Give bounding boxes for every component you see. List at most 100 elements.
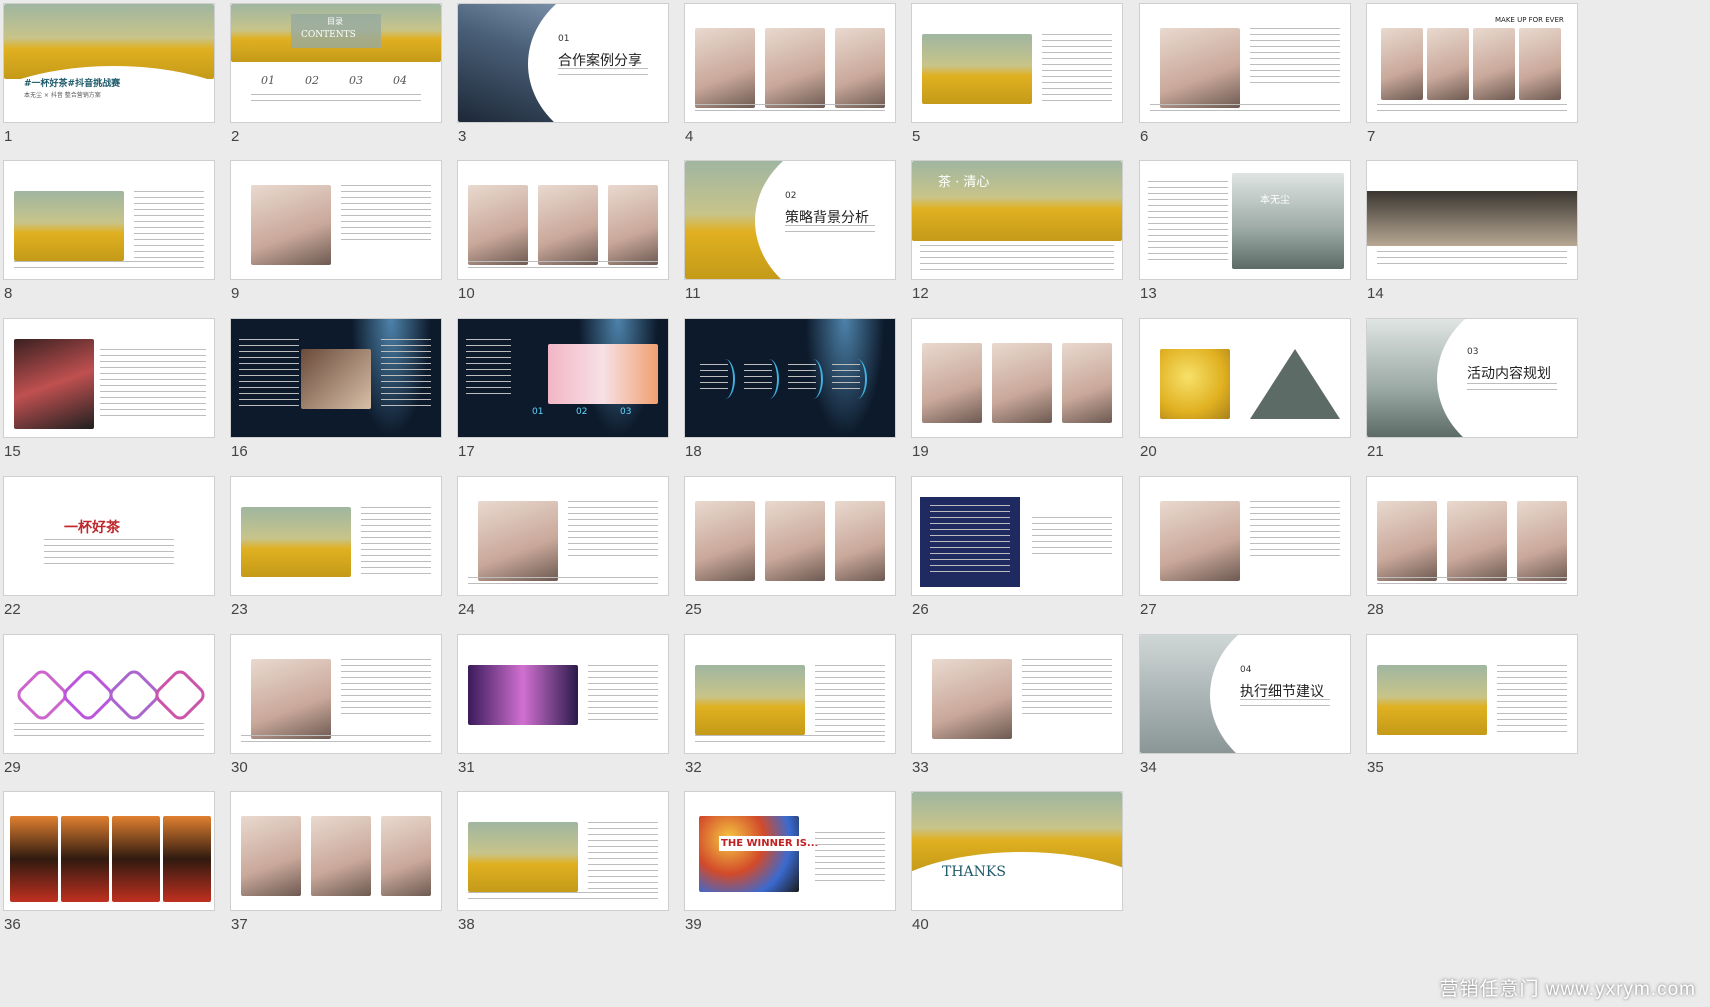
slide-number: 28 [1367,601,1384,618]
slide-text-lines [695,104,885,112]
slide-thumbnail-cell[interactable]: 33 [908,631,1122,787]
slide-thumbnail-cell[interactable]: THANKS 40 [908,788,1122,944]
slide-thumbnail-6[interactable] [1140,4,1350,122]
slide-photo [241,507,351,577]
slide-photo [1377,665,1487,735]
slide-thumbnail-cell[interactable]: 一杯好茶 22 [0,473,214,629]
slide-thumbnail-cell[interactable]: 20 [1136,315,1350,471]
slide-thumbnail-27[interactable] [1140,477,1350,595]
slide-title: #一杯好茶#抖音挑战赛 [24,79,121,89]
slide-thumbnail-cell[interactable]: 19 [908,315,1122,471]
slide-thumbnail-37[interactable] [231,792,441,910]
slide-thumbnail-1[interactable]: #一杯好茶#抖音挑战赛 本无尘 × 抖音 整合营销方案 [4,4,214,122]
slide-thumbnail-20[interactable] [1140,319,1350,437]
slide-thumbnail-15[interactable] [4,319,214,437]
slide-photo [608,185,658,265]
slide-thumbnail-8[interactable] [4,161,214,279]
slide-title: THE WINNER IS... [719,836,821,851]
slide-thumbnail-25[interactable] [685,477,895,595]
slide-thumbnail-21[interactable]: 03 活动内容规划 [1367,319,1577,437]
slide-thumbnail-11[interactable]: 02 策略背景分析 [685,161,895,279]
slide-thumbnail-9[interactable] [231,161,441,279]
slide-thumbnail-2[interactable]: 目录 CONTENTS 01 02 03 04 [231,4,441,122]
slide-thumbnail-36[interactable] [4,792,214,910]
slide-thumbnail-cell[interactable]: 9 [227,157,441,313]
slide-thumbnail-24[interactable] [458,477,668,595]
slide-thumbnail-cell[interactable]: MAKE UP FOR EVER 7 [1363,0,1577,156]
slide-thumbnail-12[interactable]: 茶 · 清心 [912,161,1122,279]
slide-thumbnail-cell[interactable]: 16 [227,315,441,471]
slide-thumbnail-cell[interactable]: 37 [227,788,441,944]
slide-thumbnail-cell[interactable]: 35 [1363,631,1577,787]
slide-thumbnail-cell[interactable]: 26 [908,473,1122,629]
slide-thumbnail-7[interactable]: MAKE UP FOR EVER [1367,4,1577,122]
slide-thumbnail-38[interactable] [458,792,668,910]
slide-thumbnail-cell[interactable]: 01 02 03 17 [454,315,668,471]
slide-thumbnail-5[interactable] [912,4,1122,122]
slide-thumbnail-cell[interactable]: 38 [454,788,668,944]
slide-thumbnail-cell[interactable]: 27 [1136,473,1350,629]
slide-thumbnail-26[interactable] [912,477,1122,595]
slide-thumbnail-cell[interactable]: 32 [681,631,895,787]
slide-thumbnail-cell[interactable]: 15 [0,315,214,471]
slide-thumbnail-19[interactable] [912,319,1122,437]
slide-thumbnail-cell[interactable]: 6 [1136,0,1350,156]
slide-text-lines [588,665,658,725]
slide-thumbnail-28[interactable] [1367,477,1577,595]
slide-thumbnail-23[interactable] [231,477,441,595]
slide-thumbnail-cell[interactable]: 目录 CONTENTS 01 02 03 04 2 [227,0,441,156]
slide-thumbnail-30[interactable] [231,635,441,753]
slide-thumbnail-cell[interactable]: 24 [454,473,668,629]
slide-thumbnail-32[interactable] [685,635,895,753]
slide-thumbnail-cell[interactable]: 25 [681,473,895,629]
slide-thumbnail-cell[interactable]: 03 活动内容规划 21 [1363,315,1577,471]
slide-text-lines [14,723,204,737]
slide-thumbnail-18[interactable] [685,319,895,437]
slide-photo [61,816,109,902]
slide-photo [251,185,331,265]
slide-thumbnail-cell[interactable]: 01 合作案例分享 3 [454,0,668,156]
slide-subtitle: 本无尘 × 抖音 整合营销方案 [24,92,101,99]
slide-text-lines [1250,28,1340,88]
slide-thumbnail-3[interactable]: 01 合作案例分享 [458,4,668,122]
slide-sorter-grid: #一杯好茶#抖音挑战赛 本无尘 × 抖音 整合营销方案 1 目录 CONTENTS 01 0… [0,0,1710,1007]
slide-thumbnail-cell[interactable]: 5 [908,0,1122,156]
slide-thumbnail-4[interactable] [685,4,895,122]
slide-text-lines [558,68,648,76]
slide-thumbnail-cell[interactable]: 18 [681,315,895,471]
slide-thumbnail-cell[interactable]: 23 [227,473,441,629]
slide-thumbnail-cell[interactable]: 31 [454,631,668,787]
slide-thumbnail-33[interactable] [912,635,1122,753]
slide-thumbnail-cell[interactable]: 本无尘 13 [1136,157,1350,313]
slide-thumbnail-35[interactable] [1367,635,1577,753]
slide-thumbnail-10[interactable] [458,161,668,279]
slide-text-lines [1148,181,1228,261]
slide-thumbnail-22[interactable]: 一杯好茶 [4,477,214,595]
slide-thumbnail-17[interactable]: 01 02 03 [458,319,668,437]
slide-thumbnail-cell[interactable]: 02 策略背景分析 11 [681,157,895,313]
step-number: 03 [620,407,632,417]
slide-thumbnail-cell[interactable]: 36 [0,788,214,944]
slide-thumbnail-cell[interactable]: 茶 · 清心 12 [908,157,1122,313]
slide-thumbnail-cell[interactable]: THE WINNER IS... 39 [681,788,895,944]
slide-thumbnail-29[interactable] [4,635,214,753]
slide-thumbnail-40[interactable]: THANKS [912,792,1122,910]
slide-thumbnail-cell[interactable]: 10 [454,157,668,313]
step-number: 02 [576,407,588,417]
slide-thumbnail-cell[interactable]: 14 [1363,157,1577,313]
slide-number: 10 [458,285,475,302]
slide-thumbnail-cell[interactable]: 4 [681,0,895,156]
slide-thumbnail-39[interactable]: THE WINNER IS... [685,792,895,910]
slide-thumbnail-cell[interactable]: 04 执行细节建议 34 [1136,631,1350,787]
slide-thumbnail-34[interactable]: 04 执行细节建议 [1140,635,1350,753]
slide-thumbnail-cell[interactable]: 29 [0,631,214,787]
slide-thumbnail-cell[interactable]: 8 [0,157,214,313]
slide-thumbnail-31[interactable] [458,635,668,753]
slide-thumbnail-14[interactable] [1367,161,1577,279]
slide-thumbnail-cell[interactable]: 28 [1363,473,1577,629]
slide-text-lines [251,94,421,102]
slide-thumbnail-cell[interactable]: #一杯好茶#抖音挑战赛 本无尘 × 抖音 整合营销方案 1 [0,0,214,156]
slide-thumbnail-cell[interactable]: 30 [227,631,441,787]
slide-thumbnail-13[interactable]: 本无尘 [1140,161,1350,279]
slide-thumbnail-16[interactable] [231,319,441,437]
